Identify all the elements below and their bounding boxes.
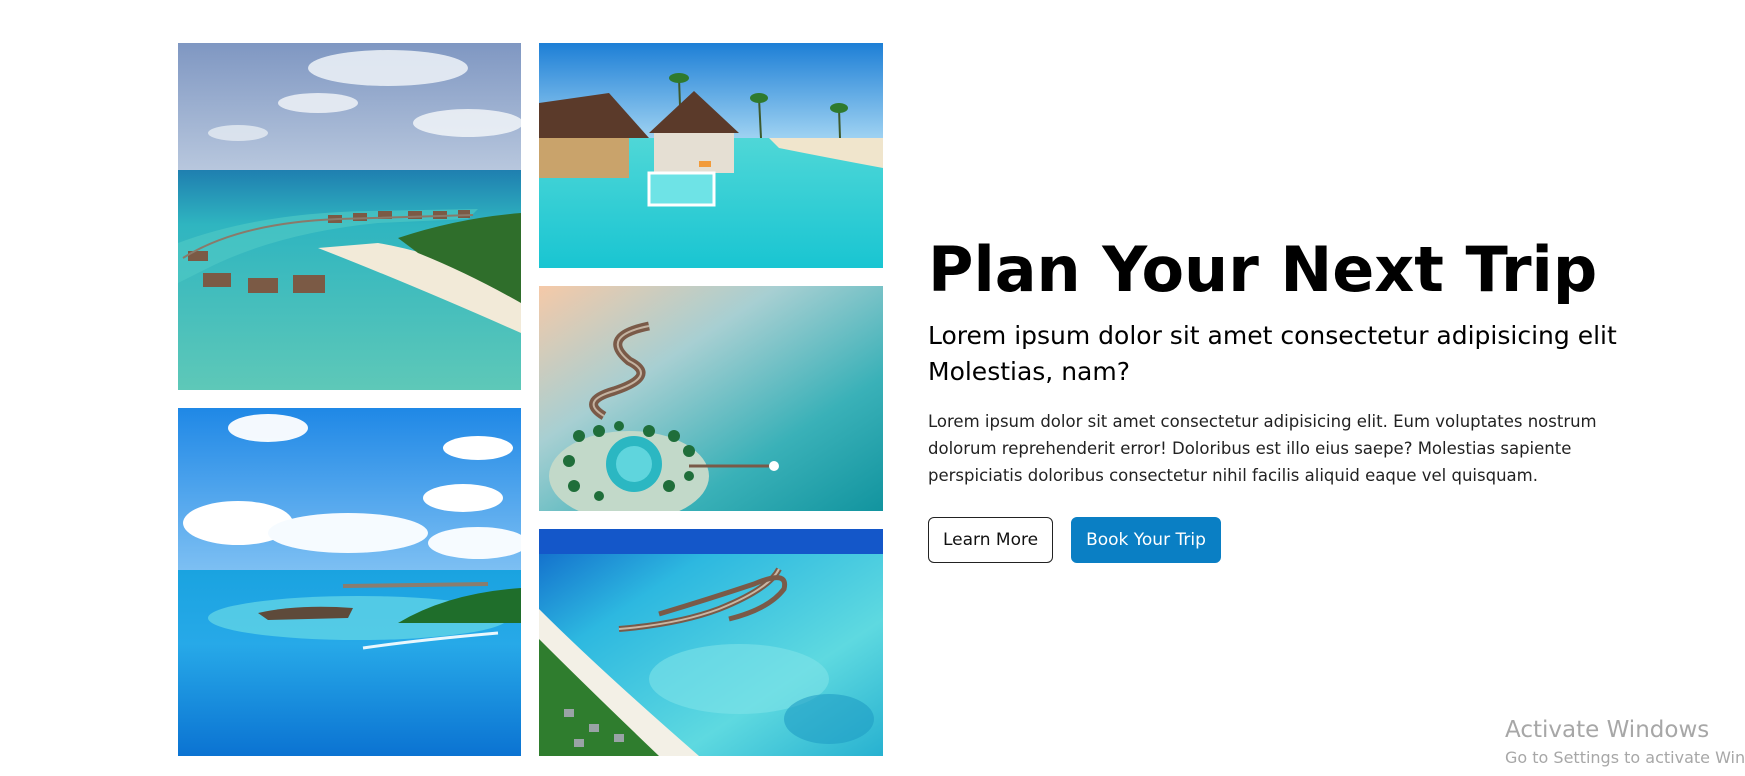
sunset-resort-pier-photo bbox=[539, 286, 883, 511]
hero-content: Plan Your Next Trip Lorem ipsum dolor si… bbox=[928, 232, 1628, 563]
hero-actions: Learn More Book Your Trip bbox=[928, 517, 1628, 563]
island-aerial-speedboat-photo bbox=[178, 408, 521, 756]
activate-windows-watermark: Activate Windows Go to Settings to activ… bbox=[1505, 716, 1745, 772]
watermark-title: Activate Windows bbox=[1505, 717, 1710, 743]
photo-gallery bbox=[178, 43, 883, 756]
hero-subtitle: Lorem ipsum dolor sit amet consectetur a… bbox=[928, 321, 1617, 386]
overwater-villas-aerial-photo bbox=[178, 43, 521, 390]
page: Plan Your Next Trip Lorem ipsum dolor si… bbox=[0, 0, 1745, 776]
reef-resort-aerial-photo bbox=[539, 529, 883, 756]
page-title: Plan Your Next Trip bbox=[928, 233, 1598, 306]
hero-description: Lorem ipsum dolor sit amet consectetur a… bbox=[928, 412, 1597, 485]
learn-more-button[interactable]: Learn More bbox=[928, 517, 1054, 563]
watermark-subtitle: Go to Settings to activate Windows. bbox=[1505, 748, 1745, 767]
book-your-trip-button[interactable]: Book Your Trip bbox=[1071, 517, 1221, 563]
beach-villa-pool-photo bbox=[539, 43, 883, 268]
